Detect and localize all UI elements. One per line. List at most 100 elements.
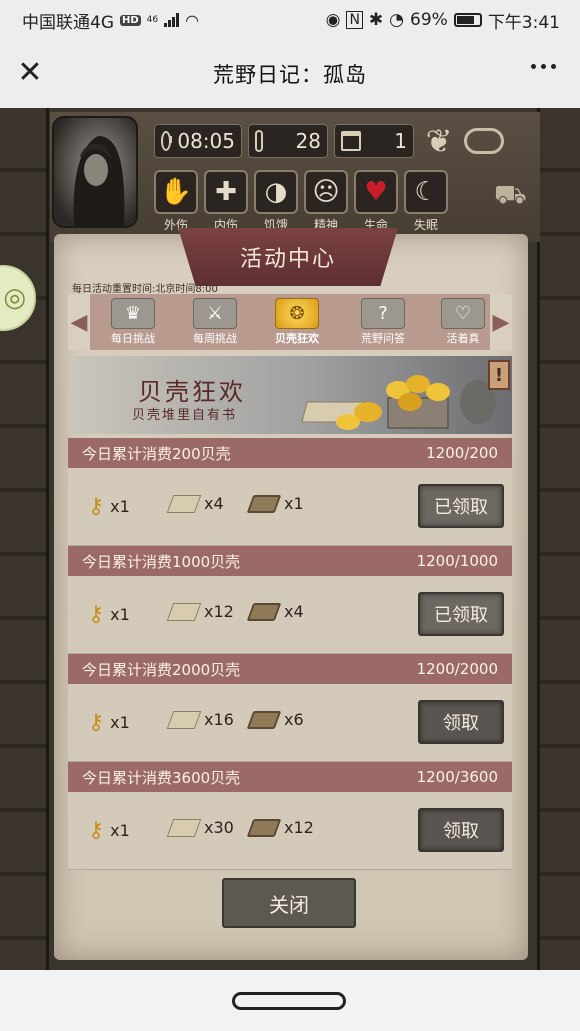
task-header: 今日累计消费1000贝壳 1200/1000 (68, 546, 512, 576)
tab-label: 贝壳狂欢 (275, 332, 319, 345)
reward-count: x1 (110, 821, 130, 840)
paper-icon (166, 494, 202, 513)
reward-scroll: x6 (246, 710, 304, 729)
key-icon: ⚷ (88, 602, 105, 627)
game-time: 08:05 (177, 129, 235, 153)
reward-count: x12 (284, 818, 314, 837)
trophy-icon: ♛ (111, 298, 155, 329)
clock-icon (161, 131, 173, 151)
cross-icon: ✚ (204, 170, 248, 214)
moon-icon: ☾ (404, 170, 448, 214)
hud-infobar: 08:05 28 1 (154, 120, 458, 162)
avatar[interactable] (52, 116, 138, 228)
carrier-label: 中国联通4G (22, 12, 114, 33)
claim-button[interactable]: 已领取 (418, 484, 504, 528)
task-header: 今日累计消费200贝壳 1200/200 (68, 438, 512, 468)
tab-label: 每日挑战 (111, 332, 155, 345)
task-row: ⚷ x1 x12 x4 已领取 (68, 576, 512, 654)
thermometer-icon (255, 130, 263, 152)
game-viewport[interactable]: 08:05 28 1 ❦ ✋ 外伤 ✚ 内伤 ◑ 饥饿 ☹ 精神 ♥ 生命 ☾ … (0, 108, 580, 970)
scroll-icon (246, 494, 282, 513)
reward-count: x6 (284, 710, 304, 729)
stat-label: 失眠 (413, 218, 438, 232)
task-title: 今日累计消费200贝壳 (82, 444, 231, 463)
scroll-icon (246, 818, 282, 837)
reward-scroll: x12 (246, 818, 314, 837)
swords-icon: ⚔ (193, 298, 237, 329)
question-icon: ? (361, 298, 405, 329)
reward-scroll: x1 (246, 494, 304, 513)
speed-icon: ◔ (389, 10, 405, 30)
paper-icon (166, 818, 202, 837)
tab-shell-carnival[interactable]: ❂ 贝壳狂欢 (272, 298, 322, 346)
tab-label: 荒野问答 (361, 332, 405, 345)
hand-icon: ✋ (154, 170, 198, 214)
clock-time: 下午3:41 (487, 12, 560, 33)
temperature-box: 28 (248, 124, 328, 158)
panel-title: 活动中心 (178, 228, 398, 286)
claim-button[interactable]: 已领取 (418, 592, 504, 636)
reward-key: ⚷ x1 (88, 710, 130, 735)
close-button[interactable]: 关闭 (222, 878, 356, 928)
tab-alive[interactable]: ♡ 活着真 (438, 298, 488, 346)
reset-note: 每日活动重置时间:北京时间8:00 (72, 284, 218, 295)
arrow-right-icon[interactable]: ▶ (490, 294, 512, 350)
shell-icon: ❂ (275, 298, 319, 329)
claim-button[interactable]: 领取 (418, 700, 504, 744)
gamepad-icon: ◎ (3, 283, 26, 313)
close-icon[interactable]: ✕ (14, 58, 46, 90)
info-button[interactable]: ! (488, 360, 510, 390)
task-progress: 1200/200 (426, 444, 498, 462)
reward-paper: x4 (166, 494, 224, 513)
home-indicator[interactable] (232, 992, 346, 1010)
cart-icon[interactable]: ⛟ (494, 180, 527, 214)
day-box: 1 (334, 124, 414, 158)
tab-weekly-challenge[interactable]: ⚔ 每周挑战 (190, 298, 240, 346)
reward-count: x1 (284, 494, 304, 513)
paper-icon (166, 710, 202, 729)
system-nav-bar (0, 970, 580, 1031)
tab-daily-challenge[interactable]: ♛ 每日挑战 (108, 298, 158, 346)
task-row: ⚷ x1 x16 x6 领取 (68, 684, 512, 762)
heart-icon: ♥ (354, 170, 398, 214)
network-type-label: 46 (146, 15, 159, 25)
heart-frame-icon: ♡ (441, 298, 485, 329)
key-icon: ⚷ (88, 710, 105, 735)
stat-insomnia[interactable]: ☾ 失眠 (404, 170, 448, 240)
wood-wall-right (540, 108, 580, 970)
battery-percent: 69% (410, 10, 448, 30)
reward-count: x4 (284, 602, 304, 621)
leaf-icon[interactable]: ❦ (420, 122, 458, 160)
task-header: 今日累计消费3600贝壳 1200/3600 (68, 762, 512, 792)
title-bar: ✕ 荒野日记：孤岛 (0, 40, 580, 108)
stomach-icon: ◑ (254, 170, 298, 214)
eye-icon: ◉ (325, 10, 341, 30)
reward-count: x16 (204, 710, 234, 729)
reward-count: x4 (204, 494, 224, 513)
reward-paper: x16 (166, 710, 234, 729)
status-bar: 中国联通4G HD 46 ◠ ◉ N ✱ ◔ 69% 下午3:41 (0, 0, 580, 40)
event-subtitle: 贝壳堆里自有书 (132, 408, 238, 423)
key-icon: ⚷ (88, 818, 105, 843)
scroll-icon (246, 710, 282, 729)
event-banner: 贝壳狂欢 贝壳堆里自有书 ! (68, 356, 512, 434)
reward-scroll: x4 (246, 602, 304, 621)
reward-count: x1 (110, 497, 130, 516)
tab-wild-quiz[interactable]: ? 荒野问答 (358, 298, 408, 346)
scroll-icon (246, 602, 282, 621)
tab-label: 活着真 (446, 332, 480, 345)
nfc-icon: N (346, 11, 363, 29)
task-row: ⚷ x1 x4 x1 已领取 (68, 468, 512, 546)
temperature-value: 28 (295, 129, 321, 153)
task-row: ⚷ x1 x30 x12 领取 (68, 792, 512, 870)
cloud-icon[interactable] (464, 128, 504, 154)
claim-button[interactable]: 领取 (418, 808, 504, 852)
more-icon[interactable] (531, 64, 556, 69)
reward-key: ⚷ x1 (88, 602, 130, 627)
calendar-icon (341, 131, 361, 151)
battery-icon (453, 13, 482, 27)
arrow-left-icon[interactable]: ◀ (68, 294, 90, 350)
task-header: 今日累计消费2000贝壳 1200/2000 (68, 654, 512, 684)
task-title: 今日累计消费2000贝壳 (82, 660, 241, 679)
task-progress: 1200/1000 (416, 552, 498, 570)
